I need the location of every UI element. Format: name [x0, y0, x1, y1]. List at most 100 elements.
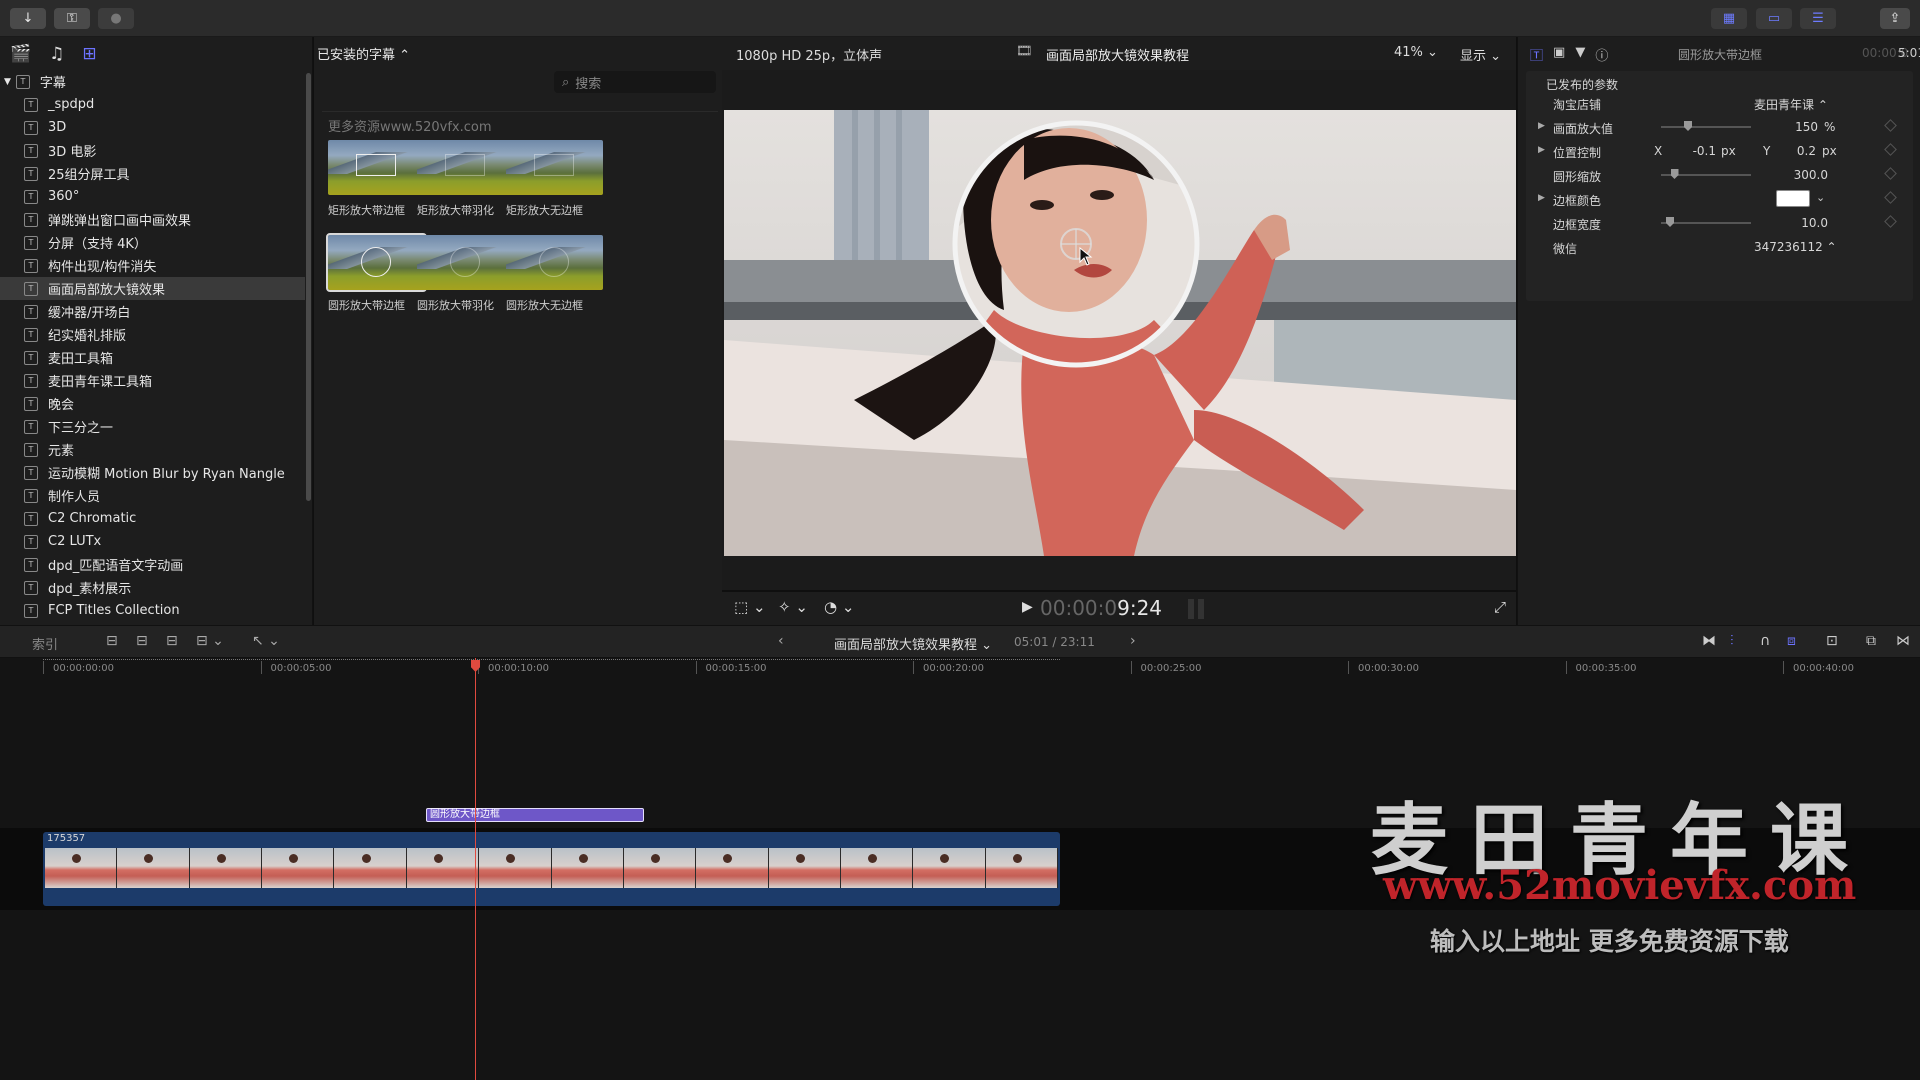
snapping-icon[interactable]: ⧈	[1787, 633, 1796, 649]
sidebar-item-label: dpd_素材展示	[48, 582, 132, 597]
pos-y-value[interactable]: 0.2	[1781, 144, 1816, 158]
sidebar-item[interactable]: T 25组分屏工具	[0, 162, 305, 185]
inspector-layout-button[interactable]: ☰	[1800, 8, 1836, 29]
title-inspector-icon[interactable]: 🅃	[1530, 45, 1543, 64]
magnify-slider[interactable]	[1661, 126, 1751, 128]
sidebar-item[interactable]: T 分屏（支持 4K）	[0, 231, 305, 254]
title-clip[interactable]: 圆形放大带边框	[426, 808, 644, 822]
import-button[interactable]: ↓	[10, 8, 46, 29]
video-clip[interactable]: 175357	[43, 832, 1060, 906]
append-clip-icon[interactable]: ⊟	[166, 633, 178, 649]
timeline-ruler[interactable]: 00:00:00:00 00:00:05:00 00:00:10:00 00:00:1…	[0, 658, 1920, 678]
play-icon[interactable]: ▶	[1022, 599, 1033, 615]
browser-layout-button[interactable]: ▦	[1711, 8, 1747, 29]
filter-inspector-icon[interactable]: ▼	[1575, 45, 1585, 64]
index-button[interactable]: 索引	[32, 634, 58, 653]
background-tasks-button[interactable]: ●	[98, 8, 134, 29]
keyframe-button[interactable]	[1884, 215, 1897, 228]
libraries-icon[interactable]: 🎬	[10, 44, 31, 64]
effects-browser-icon[interactable]: ⧉	[1866, 633, 1876, 649]
circle-scale-value[interactable]: 300.0	[1776, 168, 1828, 182]
sidebar-item[interactable]: T 制作人员	[0, 484, 305, 507]
enhance-tool-icon[interactable]: ✧ ⌄	[778, 598, 808, 616]
timeline-layout-button[interactable]: ▭	[1756, 8, 1792, 29]
border-width-slider[interactable]	[1661, 222, 1751, 224]
disclosure-closed-icon[interactable]: ▶	[1538, 145, 1545, 155]
sidebar-item[interactable]: T 晚会	[0, 392, 305, 415]
pos-x-value[interactable]: -0.1	[1676, 144, 1716, 158]
sidebar-scrollbar[interactable]	[306, 73, 311, 501]
title-thumbnail[interactable]	[328, 140, 425, 195]
search-input[interactable]: ⌕ 搜索	[554, 71, 716, 93]
sidebar-item[interactable]: T 元素	[0, 438, 305, 461]
sidebar-item[interactable]: T 构件出现/构件消失	[0, 254, 305, 277]
sidebar-item[interactable]: T 3D	[0, 116, 305, 139]
display-menu[interactable]: 显示 ⌄	[1460, 45, 1501, 64]
circle-scale-slider-knob[interactable]	[1670, 169, 1679, 179]
sidebar-item[interactable]: T 360°	[0, 185, 305, 208]
tree-root[interactable]: ▼ T 字幕	[0, 70, 305, 93]
title-thumbnail[interactable]	[506, 140, 603, 195]
border-color-swatch[interactable]	[1776, 190, 1810, 207]
keyframe-button[interactable]	[1884, 191, 1897, 204]
titles-generators-icon[interactable]: ⊞	[82, 44, 96, 64]
project-menu[interactable]: 画面局部放大镜效果教程 ⌄	[834, 634, 992, 653]
sidebar-item[interactable]: T 弹跳弹出窗口画中画效果	[0, 208, 305, 231]
disclosure-closed-icon[interactable]: ▶	[1538, 193, 1545, 203]
sidebar-item[interactable]: T _spdpd	[0, 93, 305, 116]
title-thumbnail[interactable]	[417, 140, 514, 195]
title-thumbnail[interactable]	[506, 235, 603, 290]
magnify-slider-knob[interactable]	[1684, 121, 1692, 131]
playhead[interactable]	[475, 658, 476, 1080]
share-button[interactable]: ⇪	[1880, 8, 1910, 29]
video-inspector-icon[interactable]: ▣	[1553, 45, 1565, 64]
sidebar-item[interactable]: T 下三分之一	[0, 415, 305, 438]
overwrite-clip-icon[interactable]: ⊟ ⌄	[196, 633, 224, 649]
transitions-browser-icon[interactable]: ⋈	[1896, 633, 1910, 649]
shop-popup[interactable]: 麦田青年课 ⌃	[1754, 96, 1828, 113]
sidebar-item[interactable]: T 运动模糊 Motion Blur by Ryan Nangle	[0, 461, 305, 484]
timecode-display[interactable]: 00:00:09:24	[1040, 596, 1162, 620]
info-inspector-icon[interactable]: ⓘ	[1595, 45, 1608, 64]
zoom-menu[interactable]: 41% ⌄	[1394, 45, 1438, 60]
sidebar-item[interactable]: T C2 Chromatic	[0, 507, 305, 530]
sidebar-item[interactable]: T 麦田工具箱	[0, 346, 305, 369]
keyframe-button[interactable]	[1884, 119, 1897, 132]
sidebar-item[interactable]: Tdpd_素材展示	[0, 576, 305, 599]
sidebar-item[interactable]: T 缓冲器/开场白	[0, 300, 305, 323]
history-back-icon[interactable]: ‹	[778, 633, 784, 649]
chevron-down-icon[interactable]: ⌄	[1816, 191, 1825, 204]
photos-audio-icon[interactable]: ♫	[49, 44, 64, 64]
viewer-frame[interactable]	[724, 110, 1516, 556]
sidebar-item[interactable]: T 麦田青年课工具箱	[0, 369, 305, 392]
transform-tool-icon[interactable]: ⬚ ⌄	[734, 598, 766, 616]
history-forward-icon[interactable]: ›	[1130, 633, 1136, 649]
border-width-value[interactable]: 10.0	[1776, 216, 1828, 230]
audio-skimming-icon[interactable]: ⫶	[1730, 633, 1734, 649]
speed-tool-icon[interactable]: ◔ ⌄	[824, 598, 854, 616]
keywords-button[interactable]: ⚿	[54, 8, 90, 29]
keyframe-button[interactable]	[1884, 167, 1897, 180]
border-width-slider-knob[interactable]	[1666, 217, 1674, 227]
keyframe-button[interactable]	[1884, 143, 1897, 156]
title-thumbnail[interactable]	[326, 233, 427, 292]
wechat-popup[interactable]: 347236112 ⌃	[1754, 240, 1837, 254]
browser-header-label[interactable]: 已安装的字幕 ⌃	[317, 44, 410, 63]
title-thumbnail[interactable]	[417, 235, 514, 290]
clip-appearance-icon[interactable]: ⊡	[1826, 633, 1838, 649]
connect-clip-icon[interactable]: ⊟	[106, 633, 118, 649]
fullscreen-icon[interactable]: ⤢	[1494, 598, 1506, 616]
sidebar-item[interactable]: T 纪实婚礼排版	[0, 323, 305, 346]
sidebar-item[interactable]: T C2 LUTx	[0, 530, 305, 553]
sidebar-item[interactable]: T 画面局部放大镜效果	[0, 277, 305, 300]
sidebar-item[interactable]: T FCP Titles Collection	[0, 599, 305, 622]
skimming-icon[interactable]: ⧓	[1702, 633, 1716, 649]
solo-icon[interactable]: ∩	[1760, 633, 1770, 649]
magnify-value[interactable]: 150	[1778, 120, 1818, 134]
insert-clip-icon[interactable]: ⊟	[136, 633, 148, 649]
select-tool-icon[interactable]: ↖ ⌄	[252, 633, 280, 649]
sidebar-item[interactable]: T 3D 电影	[0, 139, 305, 162]
sidebar-item[interactable]: Tdpd_匹配语音文字动画	[0, 553, 305, 576]
disclosure-open-icon[interactable]: ▼	[4, 77, 11, 87]
disclosure-closed-icon[interactable]: ▶	[1538, 121, 1545, 131]
